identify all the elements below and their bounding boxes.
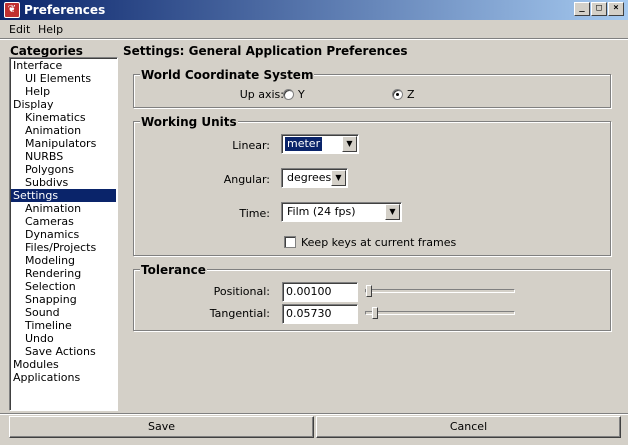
category-modeling[interactable]: Modeling [11, 254, 116, 267]
window-title: Preferences [24, 3, 106, 17]
positional-label: Positional: [213, 285, 270, 298]
angular-label: Angular: [223, 173, 270, 186]
positional-slider-thumb[interactable] [366, 285, 373, 297]
menu-edit[interactable]: Edit [9, 23, 30, 36]
tolerance-group: Tolerance Positional: 0.00100 Tangential… [133, 263, 611, 331]
time-dropdown[interactable]: Film (24 fps) ▼ [281, 202, 402, 222]
category-nurbs[interactable]: NURBS [11, 150, 116, 163]
categories-list[interactable]: Interface UI Elements Help Display Kinem… [9, 57, 118, 411]
category-rendering[interactable]: Rendering [11, 267, 116, 280]
working-units-group: Working Units Linear: meter ▼ Angular: d… [133, 115, 611, 256]
linear-value: meter [283, 136, 324, 152]
category-files-projects[interactable]: Files/Projects [11, 241, 116, 254]
category-interface[interactable]: Interface [11, 59, 116, 72]
maya-app-icon: ❦ [4, 2, 20, 18]
category-cameras[interactable]: Cameras [11, 215, 116, 228]
keep-keys-checkbox[interactable] [284, 236, 296, 248]
category-modules[interactable]: Modules [11, 358, 116, 371]
linear-dropdown[interactable]: meter ▼ [281, 134, 359, 154]
close-button[interactable]: × [608, 2, 624, 16]
chevron-down-icon[interactable]: ▼ [331, 170, 346, 186]
category-help[interactable]: Help [11, 85, 116, 98]
up-axis-y-radio[interactable] [283, 89, 294, 100]
angular-value: degrees [287, 171, 332, 184]
up-axis-label: Up axis: [239, 88, 284, 101]
category-applications[interactable]: Applications [11, 371, 116, 384]
up-axis-z-radio[interactable] [392, 89, 403, 100]
tangential-slider-thumb[interactable] [372, 307, 379, 319]
up-axis-y-label: Y [298, 88, 305, 101]
category-kinematics[interactable]: Kinematics [11, 111, 116, 124]
category-settings[interactable]: Settings [11, 189, 116, 202]
tangential-input[interactable]: 0.05730 [282, 304, 358, 324]
category-dynamics[interactable]: Dynamics [11, 228, 116, 241]
minimize-button[interactable]: _ [574, 2, 590, 16]
save-button[interactable]: Save [9, 416, 314, 438]
linear-label: Linear: [232, 139, 270, 152]
tangential-slider[interactable] [365, 311, 515, 315]
world-coordinate-title: World Coordinate System [140, 68, 315, 82]
tangential-label: Tangential: [209, 307, 270, 320]
category-subdivs[interactable]: Subdivs [11, 176, 116, 189]
category-display[interactable]: Display [11, 98, 116, 111]
keep-keys-label: Keep keys at current frames [301, 236, 457, 249]
time-label: Time: [239, 207, 270, 220]
positional-slider[interactable] [365, 289, 515, 293]
time-value: Film (24 fps) [287, 205, 356, 218]
category-save-actions[interactable]: Save Actions [11, 345, 116, 358]
menu-bar: Edit Help [0, 20, 628, 38]
category-manipulators[interactable]: Manipulators [11, 137, 116, 150]
category-display-animation[interactable]: Animation [11, 124, 116, 137]
tolerance-title: Tolerance [140, 263, 207, 277]
categories-title: Categories [10, 44, 83, 58]
menu-help[interactable]: Help [38, 23, 63, 36]
up-axis-z-label: Z [407, 88, 415, 101]
working-units-title: Working Units [140, 115, 238, 129]
world-coordinate-group: World Coordinate System Up axis: Y Z [133, 68, 611, 108]
bottom-separator [0, 413, 628, 415]
chevron-down-icon[interactable]: ▼ [385, 204, 400, 220]
category-selection[interactable]: Selection [11, 280, 116, 293]
chevron-down-icon[interactable]: ▼ [342, 136, 357, 152]
category-polygons[interactable]: Polygons [11, 163, 116, 176]
category-snapping[interactable]: Snapping [11, 293, 116, 306]
category-timeline[interactable]: Timeline [11, 319, 116, 332]
menu-separator [0, 38, 628, 40]
angular-dropdown[interactable]: degrees ▼ [281, 168, 348, 188]
category-ui-elements[interactable]: UI Elements [11, 72, 116, 85]
category-sound[interactable]: Sound [11, 306, 116, 319]
positional-input[interactable]: 0.00100 [282, 282, 358, 302]
title-bar[interactable]: ❦ Preferences _ □ × [0, 0, 628, 20]
category-settings-animation[interactable]: Animation [11, 202, 116, 215]
settings-title: Settings: General Application Preference… [123, 44, 408, 58]
category-undo[interactable]: Undo [11, 332, 116, 345]
cancel-button[interactable]: Cancel [316, 416, 621, 438]
maximize-button[interactable]: □ [591, 2, 607, 16]
